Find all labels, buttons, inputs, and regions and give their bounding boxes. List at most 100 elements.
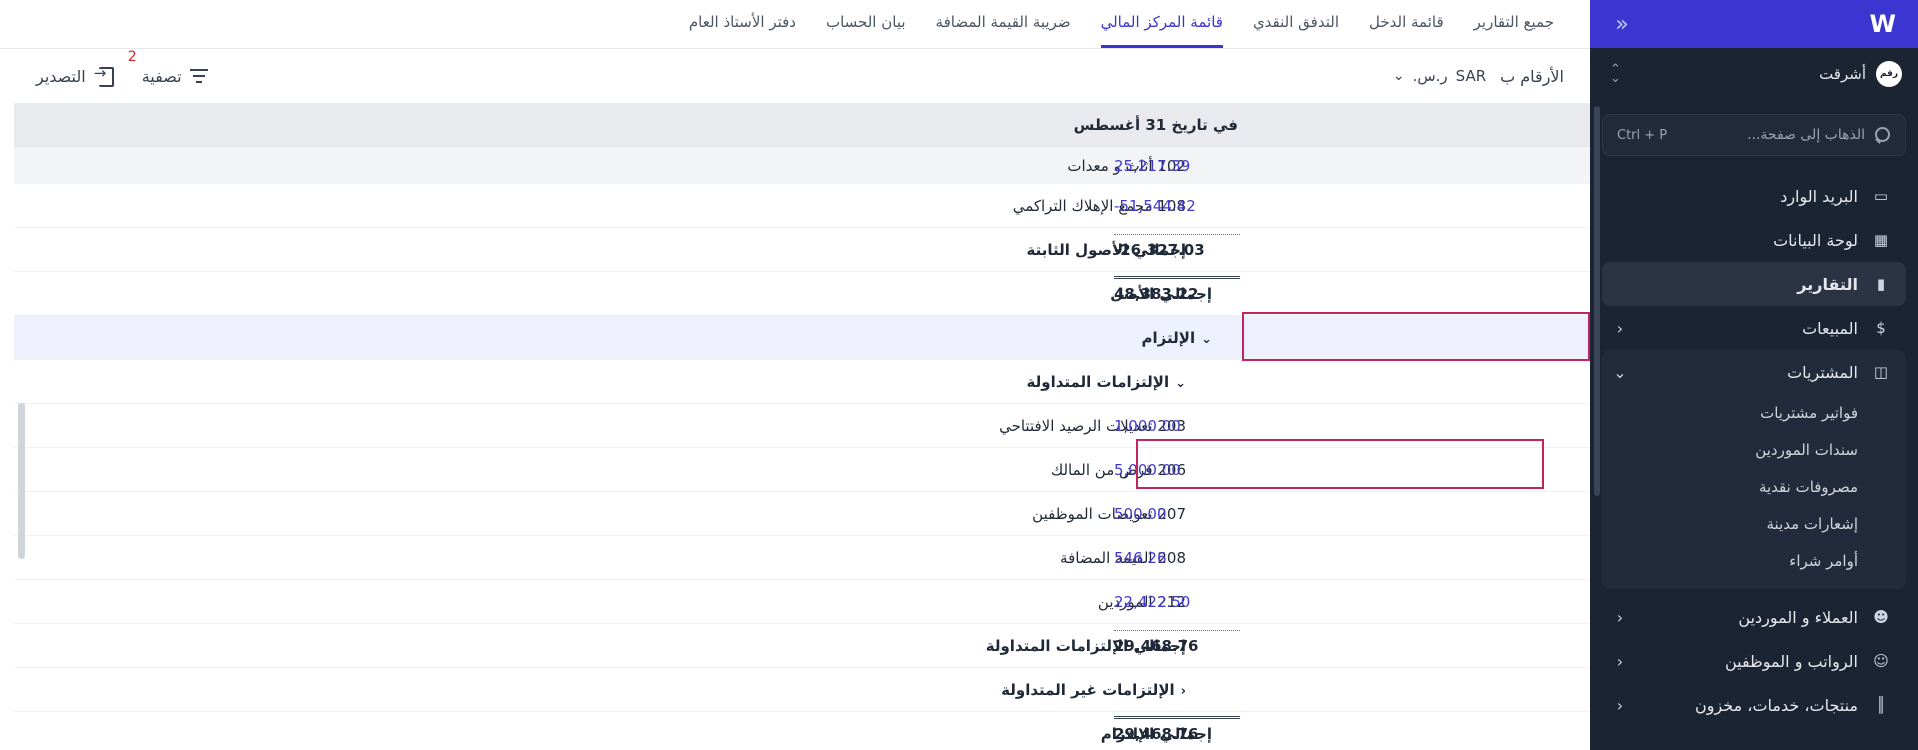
- sidebar-subitem-debit-notes[interactable]: إشعارات مدينة: [1602, 505, 1906, 542]
- sidebar-item-label: المبيعات: [1802, 318, 1858, 338]
- chevron-left-icon: ‹: [1616, 318, 1624, 338]
- collapse-sidebar-icon[interactable]: «: [1610, 12, 1634, 37]
- chevron-down-icon: ⌄: [1175, 375, 1186, 391]
- chevron-up-down-icon[interactable]: ⌃ ⌄: [1610, 63, 1621, 85]
- chevron-down-icon: ⌄: [1613, 362, 1627, 382]
- payroll-icon: ☺: [1873, 652, 1889, 670]
- tab-vat[interactable]: ضريبة القيمة المضافة: [936, 13, 1071, 48]
- main-content: جميع التقارير قائمة الدخل التدفق النقدي …: [0, 0, 1590, 750]
- subsection-label: ‹الإلتزامات غير المتداولة: [1001, 680, 1186, 699]
- sidebar-item-label: المشتريات: [1787, 362, 1858, 382]
- sidebar-item-products[interactable]: ║ منتجات، خدمات، مخزون ‹: [1602, 683, 1906, 727]
- sidebar-item-sales[interactable]: $ المبيعات ‹: [1602, 306, 1906, 350]
- sidebar-item-label: الرواتب و الموظفين: [1724, 651, 1858, 671]
- filter-count-badge: 2: [127, 48, 137, 65]
- filter-label: تصفية: [141, 66, 182, 86]
- balance-sheet-report: في تاريخ 31 أغسطس 102 أثاث و معدات 25,21…: [14, 103, 1590, 750]
- search-placeholder: الذهاب إلى صفحة...: [1747, 127, 1865, 143]
- sidebar-item-purchases[interactable]: ◫ المشتريات ⌄: [1602, 350, 1906, 394]
- sidebar-subitem-purchase-invoices[interactable]: فواتير مشتريات: [1602, 394, 1906, 431]
- table-row: 207 تعويضات الموظفين 500.00: [14, 491, 1590, 535]
- dashboard-grid-icon: ▦: [1873, 231, 1889, 249]
- report-scrollbar[interactable]: [18, 403, 25, 559]
- table-row: 206 قرض من المالك 5,000.00: [14, 447, 1590, 491]
- currency-select[interactable]: SAR ر.س. ⌄: [1393, 67, 1486, 85]
- total-amount: 29,468.76: [1114, 715, 1240, 743]
- org-name: أشرقت: [1819, 65, 1866, 83]
- chevron-left-icon: ‹: [1616, 607, 1624, 627]
- chevron-down-icon: ⌄: [1201, 331, 1212, 347]
- section-row-liability[interactable]: ⌄الإلتزام: [14, 315, 1590, 359]
- tab-cash-flow[interactable]: التدفق النقدي: [1253, 13, 1339, 48]
- total-row: إجمالي الإلتزام 29,468.76: [14, 711, 1590, 750]
- numbers-in-label: الأرقام ب: [1500, 66, 1564, 86]
- total-row: إجمالي الأصل 48,383.22: [14, 271, 1590, 315]
- sidebar-item-label: العملاء و الموردين: [1738, 607, 1858, 627]
- report-date: في تاريخ 31 أغسطس: [1073, 116, 1238, 134]
- search-icon: [1873, 126, 1891, 144]
- sidebar-subitem-cash-expenses[interactable]: مصروفات نقدية: [1602, 468, 1906, 505]
- subtotal-row: إجمالي الأصول الثابتة -26,327.03: [14, 227, 1590, 271]
- subtotal-amount: 29,468.76: [1114, 629, 1240, 655]
- sidebar-item-label: لوحة البيانات: [1773, 230, 1858, 250]
- sidebar-scrollbar[interactable]: [1594, 106, 1600, 496]
- report-tabs: جميع التقارير قائمة الدخل التدفق النقدي …: [0, 0, 1590, 49]
- export-icon: [94, 64, 116, 87]
- account-amount-link[interactable]: 546.26: [1114, 549, 1240, 567]
- account-amount-link[interactable]: 5,000.00: [1114, 461, 1240, 479]
- table-row: 108 مجمع الإهلاك التراكمي -51,544.42: [14, 183, 1590, 227]
- subtotal-amount: -26,327.03: [1114, 233, 1240, 259]
- sidebar-item-reports[interactable]: ▮ التقارير: [1602, 262, 1906, 306]
- account-amount-link[interactable]: 500.00: [1114, 505, 1240, 523]
- sidebar-subitem-purchase-orders[interactable]: أوامر شراء: [1602, 542, 1906, 579]
- currency-symbol: ر.س.: [1412, 67, 1448, 85]
- page-search-input[interactable]: الذهاب إلى صفحة... Ctrl + P: [1602, 114, 1906, 156]
- sidebar-item-label: البريد الوارد: [1780, 186, 1858, 206]
- tab-income-statement[interactable]: قائمة الدخل: [1369, 13, 1444, 48]
- sidebar-subitem-supplier-vouchers[interactable]: سندات الموردين: [1602, 431, 1906, 468]
- filter-button[interactable]: تصفية 2: [128, 49, 208, 86]
- filter-icon: [189, 69, 208, 83]
- users-icon: ☻: [1873, 608, 1889, 626]
- total-amount: 48,383.22: [1114, 275, 1240, 303]
- sidebar-item-customers-suppliers[interactable]: ☻ العملاء و الموردين ‹: [1602, 595, 1906, 639]
- sidebar-item-inbox[interactable]: ▭ البريد الوارد: [1602, 174, 1906, 218]
- org-switcher[interactable]: رقم أشرقت ⌃ ⌄: [1590, 48, 1918, 100]
- search-shortcut: Ctrl + P: [1617, 127, 1668, 143]
- report-toolbar: الأرقام ب SAR ر.س. ⌄ تصفية 2 التصدير: [0, 49, 1590, 103]
- account-amount-link[interactable]: 22,422.50: [1114, 593, 1240, 611]
- table-row: 102 أثاث و معدات 25,217.39: [14, 147, 1590, 183]
- subsection-row-current-liabilities[interactable]: ⌄الإلتزامات المتداولة: [14, 359, 1590, 403]
- chevron-left-icon: ‹: [1180, 683, 1186, 699]
- barcode-icon: ║: [1876, 696, 1886, 714]
- account-amount-link[interactable]: -51,544.42: [1114, 197, 1240, 215]
- export-button[interactable]: التصدير: [36, 64, 116, 87]
- sidebar: W « رقم أشرقت ⌃ ⌄ الذهاب إلى صفحة... Ctrl…: [1590, 0, 1918, 750]
- sidebar-item-payroll[interactable]: ☺ الرواتب و الموظفين ‹: [1602, 639, 1906, 683]
- chevron-left-icon: ‹: [1616, 695, 1624, 715]
- account-amount-link[interactable]: 25,217.39: [1114, 157, 1240, 175]
- subsection-label: ⌄الإلتزامات المتداولة: [1026, 372, 1186, 391]
- section-label: ⌄الإلتزام: [1141, 328, 1212, 347]
- table-row: 208 القيمة المضافة 546.26: [14, 535, 1590, 579]
- tab-balance-sheet[interactable]: قائمة المركز المالي: [1100, 13, 1223, 48]
- dollar-circle-icon: $: [1876, 319, 1886, 337]
- shopping-bag-icon: ◫: [1873, 363, 1889, 381]
- subtotal-row: إجمالي الإلتزامات المتداولة 29,468.76: [14, 623, 1590, 667]
- chevron-down-icon: ⌄: [1392, 68, 1405, 84]
- tab-account-statement[interactable]: بيان الحساب: [826, 13, 906, 48]
- currency-code: SAR: [1455, 67, 1487, 85]
- sidebar-item-dashboard[interactable]: ▦ لوحة البيانات: [1602, 218, 1906, 262]
- tab-all-reports[interactable]: جميع التقارير: [1474, 13, 1554, 48]
- report-date-header: في تاريخ 31 أغسطس: [14, 103, 1590, 147]
- table-row: 203 تعديلات الرصيد الافتتاحي 1,000.00: [14, 403, 1590, 447]
- inbox-icon: ▭: [1873, 187, 1889, 205]
- org-avatar: رقم: [1876, 61, 1902, 87]
- chevron-left-icon: ‹: [1616, 651, 1624, 671]
- account-amount-link[interactable]: 1,000.00: [1114, 417, 1240, 435]
- export-label: التصدير: [36, 66, 86, 86]
- subsection-row-noncurrent-liabilities[interactable]: ‹الإلتزامات غير المتداولة: [14, 667, 1590, 711]
- tab-general-ledger[interactable]: دفتر الأستاذ العام: [689, 13, 796, 48]
- purchases-group: ◫ المشتريات ⌄ فواتير مشتريات سندات المور…: [1602, 350, 1906, 589]
- logo-icon[interactable]: W: [1868, 12, 1896, 36]
